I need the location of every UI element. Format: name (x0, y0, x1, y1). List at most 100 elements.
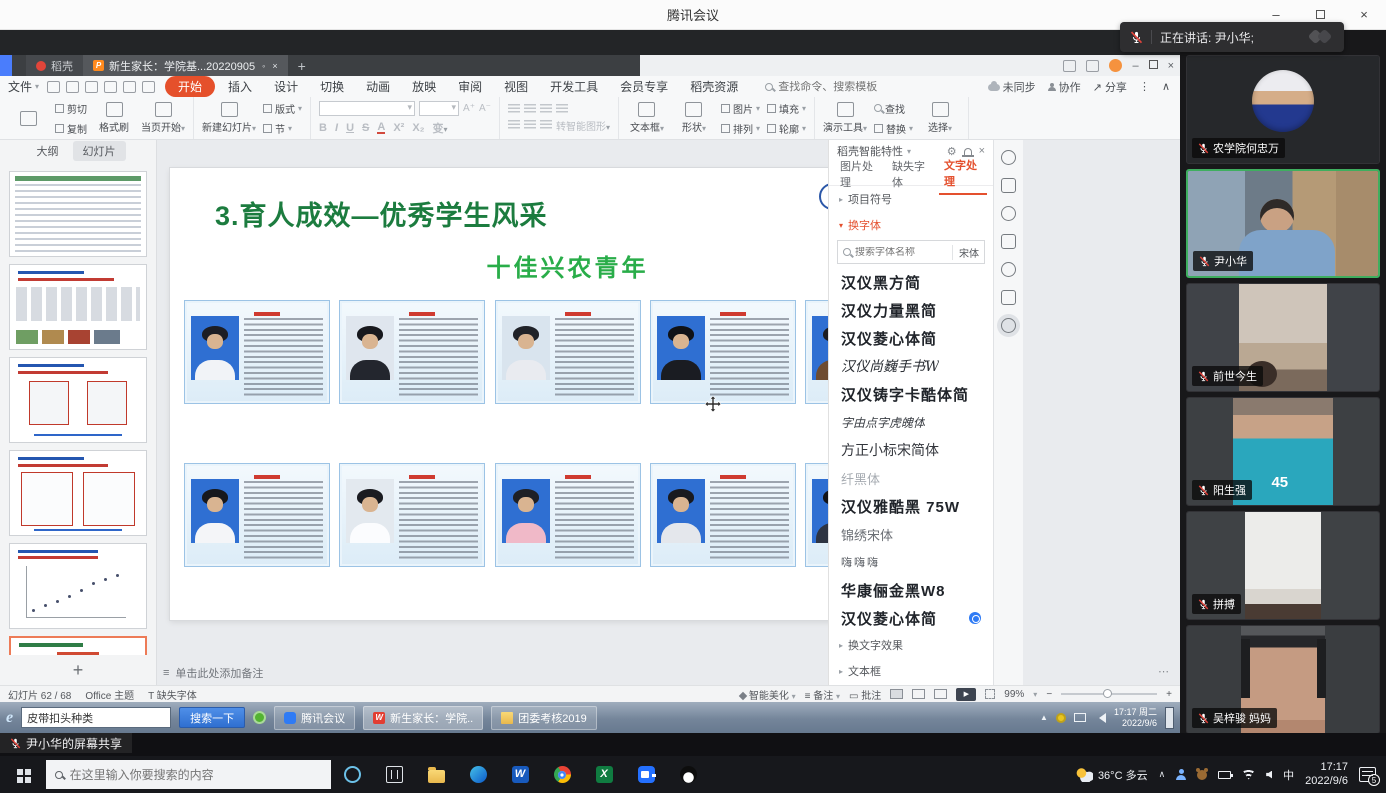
bullet-list-icon[interactable] (508, 104, 520, 114)
underline-button[interactable]: U (346, 122, 354, 134)
effects-icon[interactable] (1001, 206, 1016, 221)
redo-icon[interactable] (142, 81, 155, 93)
word-icon[interactable]: W (499, 756, 541, 793)
preview-icon[interactable] (104, 81, 117, 93)
font-sync-icon[interactable] (969, 612, 981, 624)
remote-search-box[interactable] (21, 707, 171, 728)
show-desktop-button[interactable] (1165, 707, 1174, 729)
remote-search-button[interactable]: 搜索一下 (179, 707, 245, 728)
qq-icon[interactable] (667, 756, 709, 793)
volume-icon[interactable] (1094, 713, 1106, 723)
font-color-button[interactable]: A (377, 122, 385, 134)
tab-close-icon[interactable]: × (272, 61, 277, 71)
settings-icon[interactable] (1001, 178, 1016, 193)
collapse-ribbon-icon[interactable]: ∧ (1162, 80, 1170, 93)
format-painter-button[interactable]: 格式刷 (94, 102, 134, 134)
ribbon-tab[interactable]: 视图 (495, 76, 537, 97)
cut-button[interactable]: 剪切 (55, 101, 87, 116)
layout-switch-icon[interactable] (1063, 60, 1076, 72)
cortana-icon[interactable] (331, 756, 373, 793)
shapes-button[interactable]: 形状▾ (674, 102, 714, 134)
student-card[interactable] (650, 463, 796, 567)
ribbon-tab[interactable]: 动画 (357, 76, 399, 97)
font-family-select[interactable] (319, 101, 415, 116)
align-right-icon[interactable] (540, 120, 552, 130)
presentation-tools-button[interactable]: 演示工具▾ (823, 102, 867, 134)
bold-button[interactable]: B (319, 122, 327, 134)
theme-label[interactable]: Office 主题 (85, 687, 134, 702)
ime-indicator[interactable]: 中 (1283, 767, 1294, 783)
slide-thumbnail[interactable] (9, 357, 147, 443)
font-option[interactable]: 锦绣宋体 (829, 520, 993, 548)
font-option[interactable]: 汉仪力量黑简 (829, 296, 993, 324)
student-card[interactable] (184, 300, 330, 404)
paste-button[interactable] (8, 111, 48, 126)
ribbon-tab[interactable]: 开发工具 (541, 76, 607, 97)
ribbon-tab[interactable]: 审阅 (449, 76, 491, 97)
slide-thumbnail[interactable] (9, 636, 147, 655)
tray-contact-icon[interactable] (1176, 769, 1186, 780)
share-button[interactable]: ↗ 分享 (1093, 79, 1127, 95)
text-effects-section[interactable]: ▸换文字效果 (829, 632, 993, 658)
ribbon-tab[interactable]: 稻壳资源 (681, 76, 747, 97)
file-menu[interactable]: 文件▾ (8, 78, 39, 95)
chrome-icon[interactable] (541, 756, 583, 793)
panel-tab[interactable]: 图片处理 (835, 154, 883, 194)
command-search-input[interactable] (778, 81, 898, 93)
window-icon[interactable] (1001, 234, 1016, 249)
shrink-font-icon[interactable]: A⁻ (479, 103, 491, 114)
smart-features-icon[interactable] (1001, 318, 1016, 333)
slide-thumbnail[interactable] (9, 171, 147, 257)
battery-icon[interactable] (1218, 771, 1231, 779)
panel-tab[interactable]: 文字处理 (939, 153, 987, 195)
tencent-meeting-taskbar-app[interactable]: 腾讯会议 (274, 706, 355, 730)
tab-document[interactable]: P 新生家长：学院基...20220905 ◦ × (83, 55, 288, 76)
excel-icon[interactable]: X (583, 756, 625, 793)
student-card[interactable] (339, 300, 485, 404)
account-avatar[interactable] (1109, 59, 1122, 72)
missing-font-button[interactable]: T 缺失字体 (148, 687, 197, 702)
font-option[interactable]: 汉仪雅酷黑 75W (829, 492, 993, 520)
font-option[interactable]: 汉仪铸字卡酷体简 (829, 380, 993, 408)
partial-tab[interactable] (0, 55, 12, 76)
superscript-button[interactable]: X² (393, 122, 404, 134)
ribbon-tab[interactable]: 会员专享 (611, 76, 677, 97)
zoom-level[interactable]: 99% (1004, 689, 1024, 700)
copy-button[interactable]: 复制 (55, 121, 87, 136)
textbox-button[interactable]: 文本框▾ (627, 102, 667, 134)
font-option[interactable]: 字由点字虎魄体 (829, 408, 993, 436)
beauty-icon[interactable] (1001, 150, 1016, 165)
clock[interactable]: 17:172022/9/6 (1305, 761, 1348, 789)
tencent-meeting-icon[interactable] (625, 756, 667, 793)
browser-360-icon[interactable] (253, 711, 266, 724)
task-view-icon[interactable] (373, 756, 415, 793)
slides-tab[interactable]: 幻灯片 (73, 141, 126, 161)
student-card[interactable] (495, 463, 641, 567)
taskbar-search-input[interactable] (70, 768, 322, 782)
insert-image-button[interactable]: 图片▾ (721, 101, 760, 116)
align-left-icon[interactable] (508, 120, 520, 130)
new-slide-button[interactable]: 新建幻灯片▾ (202, 102, 256, 134)
edge-icon[interactable] (457, 756, 499, 793)
tab-pin-icon[interactable]: ◦ (262, 61, 265, 71)
section-button[interactable]: 节▾ (263, 121, 302, 136)
normal-view-icon[interactable] (890, 689, 903, 699)
font-option[interactable]: 汉仪菱心体简 (829, 324, 993, 352)
more-tools-icon[interactable]: ⋯ (1158, 665, 1169, 678)
help-icon[interactable] (1001, 262, 1016, 277)
change-font-section[interactable]: ▾换字体 (829, 212, 993, 238)
collaborate-button[interactable]: 协作 (1048, 79, 1081, 95)
participant-tile[interactable]: 拼搏 (1186, 511, 1380, 620)
command-search[interactable] (765, 81, 898, 93)
participant-tile[interactable]: 吴梓骏 妈妈 (1186, 625, 1380, 734)
remote-search-input[interactable] (27, 712, 165, 724)
font-size-select[interactable] (419, 101, 459, 116)
hidden-icons-chevron[interactable]: ∧ (1159, 769, 1166, 780)
zoom-slider-knob[interactable] (1103, 689, 1112, 698)
play-from-slide-button[interactable]: 当页开始▾ (141, 102, 185, 134)
slide-sorter-icon[interactable] (912, 689, 925, 699)
find-button[interactable]: 查找 (874, 101, 913, 116)
font-option[interactable]: 汉仪尚巍手书W (829, 352, 993, 380)
remote-clock[interactable]: 17:17 周二2022/9/6 (1114, 707, 1157, 729)
participant-tile[interactable]: 农学院何忠万 (1186, 55, 1380, 164)
